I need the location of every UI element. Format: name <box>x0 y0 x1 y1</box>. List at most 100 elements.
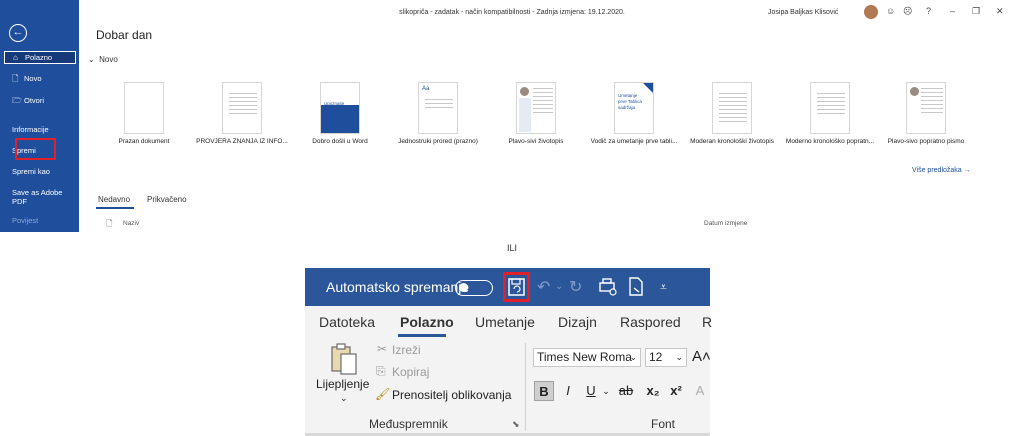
separator-label: ILI <box>506 243 517 253</box>
print-preview-icon[interactable] <box>598 278 618 296</box>
font-family-value: Times New Roma <box>537 350 632 364</box>
divider <box>525 343 526 431</box>
file-icon: 🗋 <box>106 219 113 228</box>
backstage-view: ← ⌂ Polazno 🗋 Novo 🗁 Otvori Informacije Spr… <box>0 0 1024 232</box>
save-button[interactable] <box>503 272 530 302</box>
sidebar-item-open[interactable]: 🗁 Otvori <box>4 96 76 105</box>
active-tab-indicator <box>96 207 134 209</box>
template-thumbnail[interactable] <box>222 82 262 134</box>
tab-recent[interactable]: Nedavno <box>98 195 130 204</box>
undo-icon[interactable]: ↶ <box>537 277 550 297</box>
text-lines <box>921 88 943 116</box>
sidebar-item-new[interactable]: 🗋 Novo <box>4 74 76 83</box>
sidebar-item-label: Novo <box>24 74 42 83</box>
save-highlight-box <box>15 138 56 160</box>
sidebar-item-label: Povijest <box>12 216 39 225</box>
text-lines <box>533 88 553 116</box>
tab-references[interactable]: R <box>702 314 712 330</box>
text-lines <box>719 93 747 125</box>
toggle-knob <box>459 283 468 292</box>
sidebar-item-home[interactable]: ⌂ Polazno <box>4 51 76 64</box>
font-group-label: Font <box>651 417 676 431</box>
paste-button[interactable]: Lijepljenje <box>316 377 369 391</box>
text-lines <box>817 93 845 117</box>
restore-icon[interactable]: ❐ <box>972 6 980 17</box>
format-painter-button[interactable]: Prenositelj oblikovanja <box>392 388 511 402</box>
avatar[interactable] <box>864 5 878 19</box>
template-thumbnail[interactable] <box>906 82 946 134</box>
sidebar-item-save-as-pdf[interactable]: Save as Adobe PDF <box>4 188 64 206</box>
clipboard-group-label: Međuspremnik <box>369 417 448 431</box>
help-icon[interactable]: ? <box>926 6 931 16</box>
superscript-button[interactable]: x² <box>666 381 686 401</box>
chevron-down-icon: ⌄ <box>88 55 95 64</box>
minimize-icon[interactable]: – <box>950 6 955 16</box>
grow-font-icon[interactable]: A˄ <box>692 348 711 365</box>
column-header-name[interactable]: Naziv <box>123 220 139 227</box>
chevron-down-icon: ⌄ <box>629 352 637 362</box>
back-arrow-icon[interactable]: ← <box>9 24 27 42</box>
template-thumbnail[interactable]: Aa <box>418 82 458 134</box>
home-icon: ⌂ <box>13 53 18 62</box>
sidebar-item-history[interactable]: Povijest <box>4 216 76 225</box>
template-thumbnail[interactable] <box>124 82 164 134</box>
chevron-down-icon[interactable]: ⌄ <box>340 393 348 404</box>
close-icon[interactable]: ✕ <box>996 6 1004 17</box>
subscript-button[interactable]: x₂ <box>643 381 663 401</box>
folder-icon: 🗁 <box>12 96 22 105</box>
text-effects-icon[interactable]: A <box>690 381 710 401</box>
frown-feedback-icon[interactable]: ☹ <box>903 6 912 17</box>
new-section-header[interactable]: ⌄ Novo <box>88 55 118 64</box>
italic-button[interactable]: I <box>558 381 578 401</box>
sidebar-item-label: Otvori <box>24 96 45 105</box>
template-thumbnail[interactable] <box>516 82 556 134</box>
chevron-down-icon[interactable]: ⌄ <box>596 381 616 401</box>
template-thumbnail[interactable]: Upoznajte sustav <box>320 82 360 134</box>
bold-button[interactable]: B <box>534 381 554 401</box>
template-name[interactable]: Plavo-sivo popratno pismo <box>866 138 986 145</box>
tab-design[interactable]: Dizajn <box>558 314 597 330</box>
column-header-date[interactable]: Datum izmjene <box>704 220 747 227</box>
sidebar-item-label: Spremi kao <box>12 167 50 176</box>
sidebar-item-label: Polazno <box>25 53 53 62</box>
more-templates-link[interactable]: Više predložaka → <box>912 167 971 174</box>
tab-file[interactable]: Datoteka <box>319 314 375 330</box>
strikethrough-button[interactable]: ab <box>616 381 636 401</box>
chevron-down-icon: ⌄ <box>675 352 683 362</box>
copy-button[interactable]: Kopiraj <box>392 365 429 379</box>
sidebar-item-save-as[interactable]: Spremi kao <box>4 167 76 176</box>
tab-home[interactable]: Polazno <box>400 314 454 330</box>
customize-toolbar-icon[interactable]: ⩡ <box>660 280 667 295</box>
template-thumb-text: Upoznajte sustav <box>324 101 345 111</box>
font-size-value: 12 <box>649 350 663 364</box>
font-size-select[interactable]: 12 ⌄ <box>645 348 687 367</box>
text-lines <box>425 99 453 111</box>
ribbon-body: Lijepljenje ⌄ ✂ Izreži ⎘ Kopiraj 🖌 Preno… <box>305 337 711 436</box>
sidebar-item-label: Informacije <box>12 125 49 134</box>
user-name[interactable]: Josipa Baljkas Klisović <box>768 9 838 16</box>
paste-icon[interactable] <box>328 342 360 376</box>
font-family-select[interactable]: Times New Roma ⌄ <box>533 348 641 367</box>
tab-layout[interactable]: Raspored <box>620 314 681 330</box>
tab-pinned[interactable]: Prikvačeno <box>147 195 187 204</box>
cut-button[interactable]: Izreži <box>392 343 421 357</box>
template-thumbnail[interactable] <box>810 82 850 134</box>
dialog-launcher-icon[interactable]: ⬊ <box>512 419 520 430</box>
smile-feedback-icon[interactable]: ☺ <box>886 6 895 16</box>
scissors-icon: ✂ <box>377 342 388 356</box>
undo-dropdown-icon[interactable]: ⌄ <box>555 281 563 292</box>
sidebar-item-label: Save as Adobe PDF <box>12 188 63 206</box>
template-thumbnail[interactable]: Umetanje prve Tablica sadržaja <box>614 82 654 134</box>
template-thumbnail[interactable] <box>712 82 752 134</box>
word-ribbon: Automatsko spremanje ↶ ⌄ ↻ ⩡ Datoteka Po… <box>305 268 712 436</box>
quick-access-toolbar: Automatsko spremanje ↶ ⌄ ↻ ⩡ <box>305 268 710 306</box>
tab-insert[interactable]: Umetanje <box>475 314 535 330</box>
page-title: Dobar dan <box>96 28 153 42</box>
pdf-document-icon[interactable] <box>627 277 645 297</box>
copy-icon: ⎘ <box>376 364 386 378</box>
sidebar-item-info[interactable]: Informacije <box>4 125 76 134</box>
autosave-toggle[interactable] <box>455 280 493 296</box>
redo-icon[interactable]: ↻ <box>569 277 582 297</box>
backstage-sidebar: ← ⌂ Polazno 🗋 Novo 🗁 Otvori Informacije Spr… <box>0 0 79 232</box>
text-lines <box>229 93 257 117</box>
